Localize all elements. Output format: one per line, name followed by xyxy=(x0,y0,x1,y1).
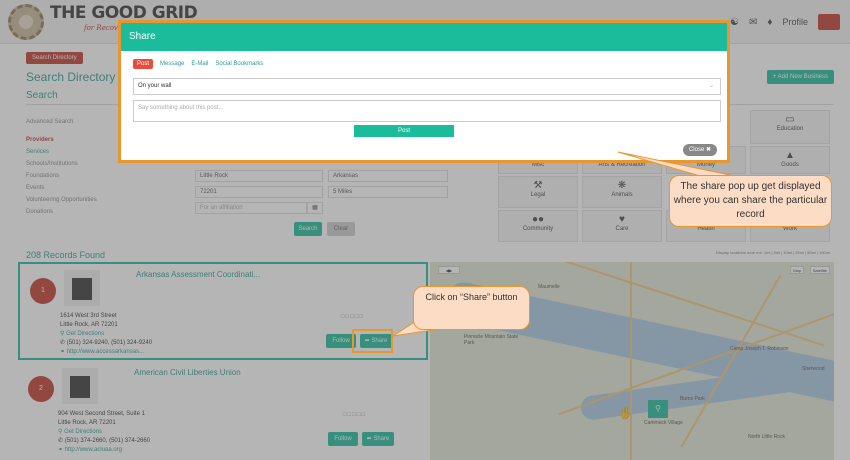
post-button[interactable]: Post xyxy=(354,125,454,137)
tab-social-bookmarks[interactable]: Social Bookmarks xyxy=(215,61,263,67)
chevron-down-icon: ⌄ xyxy=(708,83,714,89)
share-highlight-box xyxy=(352,329,393,353)
audience-select[interactable]: On your wall ⌄ xyxy=(133,78,721,95)
share-tabs: Post Message E-Mail Social Bookmarks xyxy=(133,59,263,69)
post-textarea[interactable]: Say something about this post... xyxy=(133,100,721,122)
share-modal: Share Post Message E-Mail Social Bookmar… xyxy=(118,20,730,163)
callout-share-instruction: Click on “Share” button xyxy=(413,286,530,330)
tab-email[interactable]: E-Mail xyxy=(191,61,208,67)
tab-message[interactable]: Message xyxy=(160,61,184,67)
callout-popup-explanation: The share pop up get displayed where you… xyxy=(669,175,832,227)
close-button[interactable]: Close ✖ xyxy=(682,144,717,156)
modal-title: Share xyxy=(121,23,727,51)
tab-post[interactable]: Post xyxy=(133,59,154,69)
close-icon: ✖ xyxy=(705,147,711,153)
